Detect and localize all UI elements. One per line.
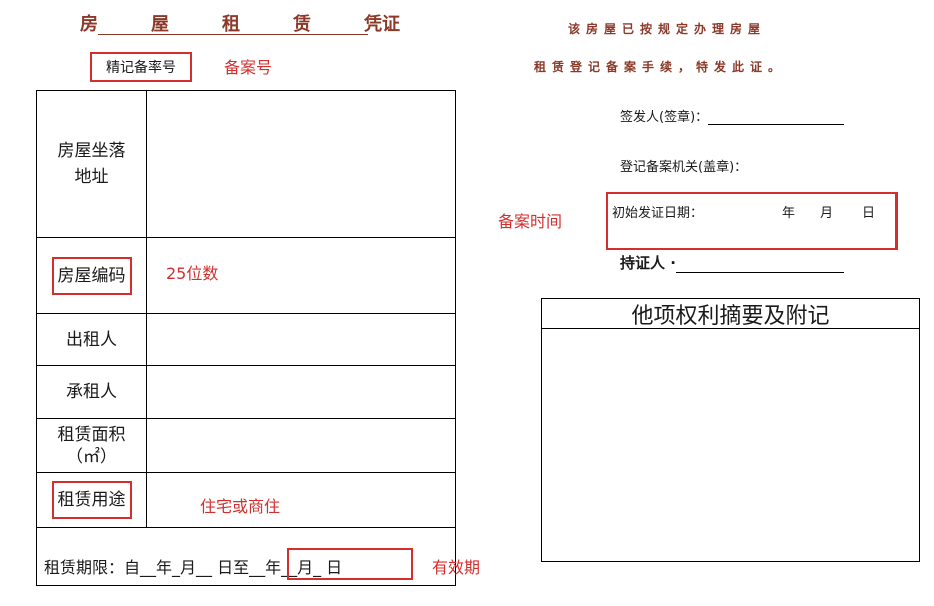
title-char: 赁	[293, 14, 311, 35]
notice-line-2: 租赁登记备案手续，特发此证。	[534, 60, 787, 74]
address-label: 房屋坐落 地址	[37, 91, 147, 237]
lessor-label: 出租人	[37, 314, 147, 365]
table-row-area: 租赁面积 （㎡）	[37, 419, 455, 473]
usage-label-cell: 租赁用途	[37, 473, 147, 527]
title-char: 租	[222, 14, 240, 35]
registration-number-annotation: 备案号	[224, 58, 273, 77]
validity-annotation: 有效期	[432, 558, 481, 577]
holder-label: 持证人 ·	[620, 254, 676, 272]
agency-label: 登记备案机关(盖章)：	[620, 160, 748, 175]
holder-field: 持证人 ·	[620, 252, 844, 273]
issuer-field: 签发人(签章)：	[620, 106, 845, 125]
house-code-label: 房屋编码	[51, 256, 132, 295]
validity-highlight-box	[287, 548, 413, 580]
title-char: 屋	[151, 14, 169, 35]
certificate-title: 房 屋 租 赁 凭证	[80, 10, 400, 36]
house-code-label-cell: 房屋编码	[37, 238, 147, 313]
issue-date-annotation: 备案时间	[498, 212, 563, 231]
title-char: 房	[80, 14, 98, 35]
holder-signature-line	[675, 256, 844, 273]
table-row-lessor: 出租人	[37, 314, 455, 366]
issue-date-highlight-box	[606, 192, 898, 250]
issuer-signature-line	[708, 110, 845, 125]
other-rights-title: 他项权利摘要及附记	[542, 299, 919, 329]
usage-label: 租赁用途	[51, 481, 132, 519]
house-code-annotation: 25位数	[166, 264, 219, 283]
lessee-label: 承租人	[37, 366, 147, 418]
other-rights-box: 他项权利摘要及附记	[541, 298, 920, 562]
table-row-lessee: 承租人	[37, 366, 455, 419]
usage-annotation: 住宅或商住	[200, 497, 281, 516]
table-row-address: 房屋坐落 地址	[37, 91, 455, 238]
issuer-label: 签发人(签章)：	[620, 110, 709, 125]
registration-number-label: 精记备率号	[90, 52, 192, 82]
title-char: 凭证	[364, 14, 400, 35]
area-label: 租赁面积 （㎡）	[37, 419, 147, 472]
notice-line-1: 该房屋已按规定办理房屋	[568, 22, 767, 36]
table-row-house-code: 房屋编码	[37, 238, 455, 314]
title-underline	[98, 34, 368, 35]
